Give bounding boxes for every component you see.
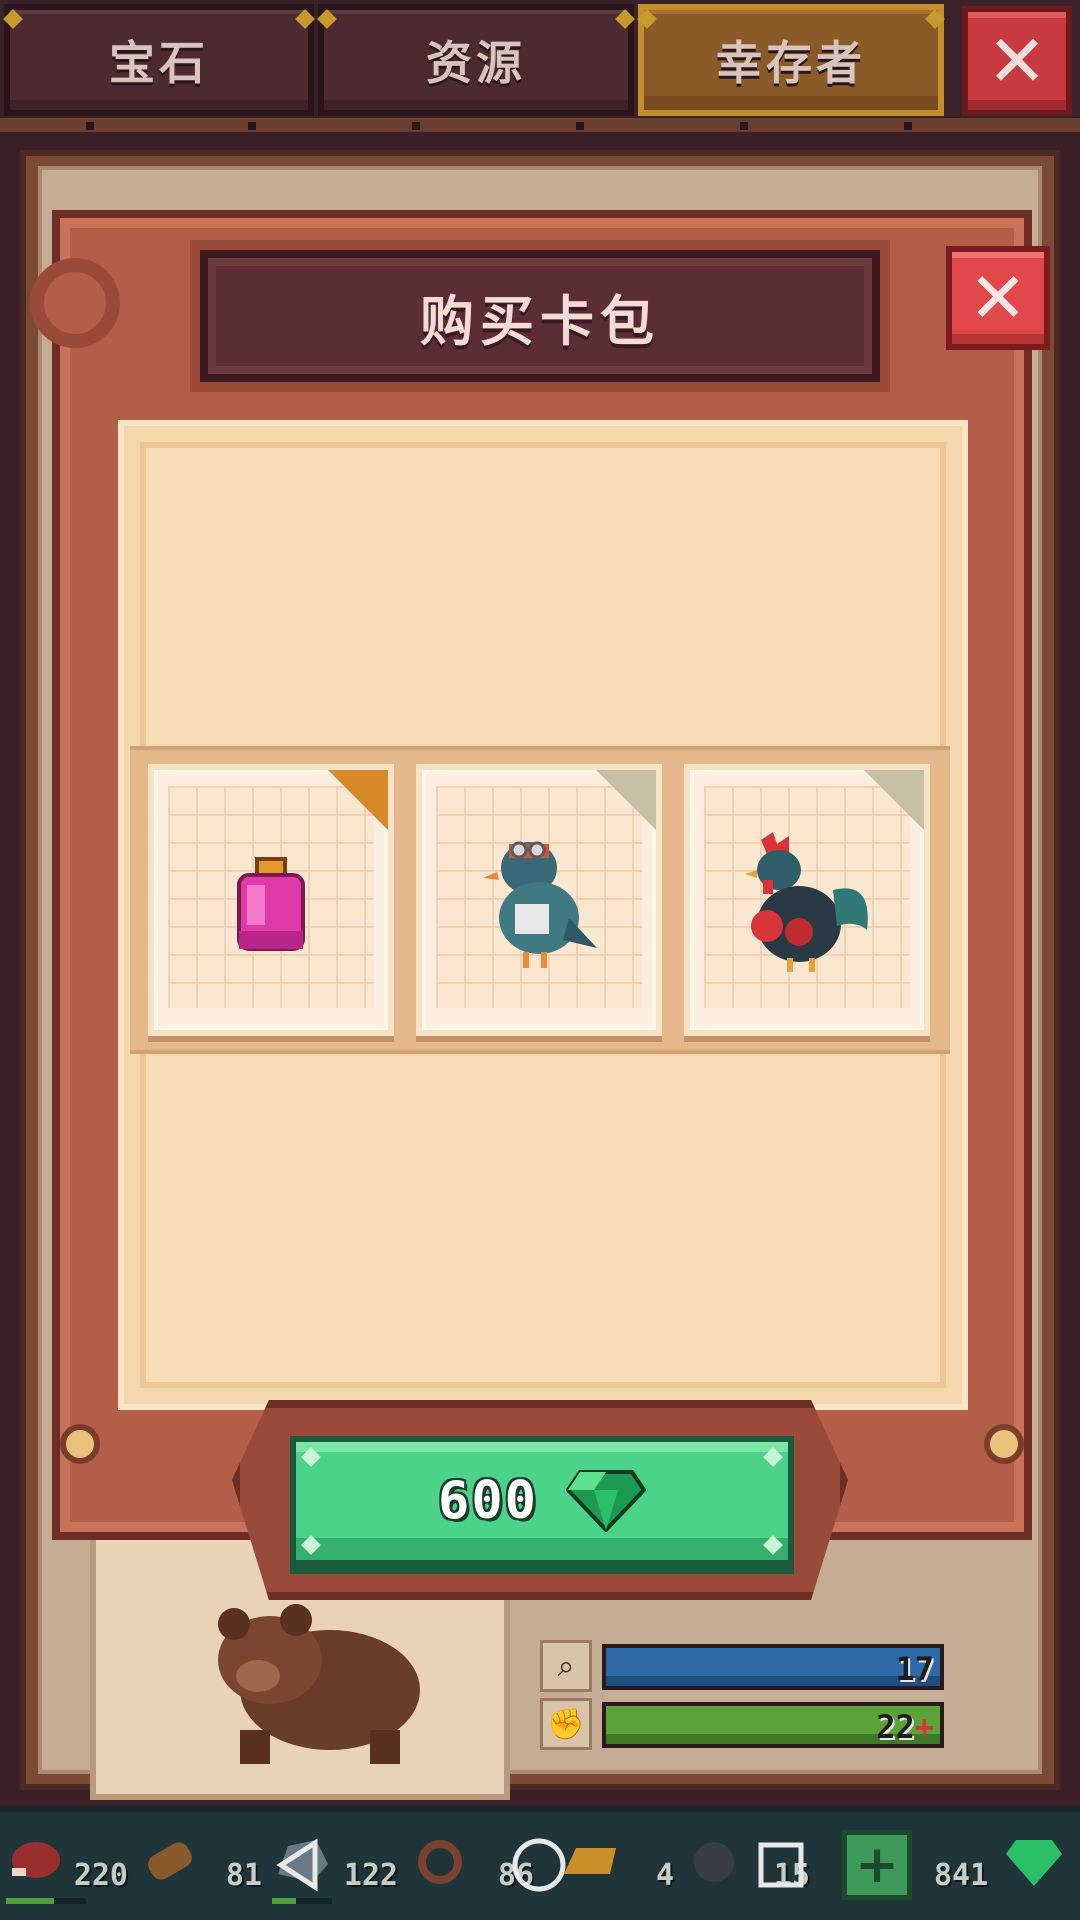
tab-survivors-label: 幸存者: [716, 36, 866, 90]
stat-value-search: 17: [895, 1650, 934, 1688]
stat-bonus: +: [914, 1708, 934, 1746]
pack-card-potion[interactable]: [148, 764, 394, 1036]
button-corner-stud: [763, 1447, 783, 1467]
close-icon: ✕: [968, 257, 1028, 339]
rooster-icon: [745, 832, 868, 973]
gem-icon: [1006, 1840, 1062, 1886]
nav-recents-button[interactable]: [736, 1820, 826, 1910]
button-corner-stud: [301, 1535, 321, 1555]
tab-rail: [0, 118, 1080, 130]
resource-meat-value: 220: [73, 1858, 128, 1893]
nav-back-button[interactable]: [256, 1820, 346, 1910]
resource-wood: 81: [140, 1834, 262, 1904]
tab-survivors[interactable]: 幸存者: [637, 4, 945, 116]
tab-bar: 宝石 资源 幸存者 ✕: [0, 0, 1080, 132]
button-corner-stud: [301, 1447, 321, 1467]
stat-bar-strength: 22+: [602, 1702, 944, 1748]
resource-stone-value: 122: [343, 1858, 398, 1893]
survivor-stats: ⌕ 17 ✊ 22+: [540, 1640, 960, 1780]
tab-gems-label: 宝石: [109, 36, 209, 90]
stat-row-strength: ✊ 22+: [540, 1698, 950, 1750]
resource-gems: 841: [928, 1834, 1074, 1904]
rope-icon: [418, 1840, 462, 1884]
close-icon: ✕: [986, 19, 1048, 103]
tab-resources-label: 资源: [426, 36, 526, 90]
potion-icon: [237, 857, 305, 952]
frame-knob-right: [984, 1424, 1024, 1464]
nav-home-button[interactable]: [494, 1820, 584, 1910]
back-icon: [276, 1838, 318, 1892]
stat-value-strength: 22+: [876, 1708, 934, 1746]
add-gems-button[interactable]: +: [842, 1830, 912, 1900]
wood-icon: [148, 1842, 192, 1880]
buy-price: 600: [438, 1471, 538, 1531]
resource-gems-value: 841: [934, 1858, 989, 1893]
recents-icon: [758, 1842, 804, 1888]
tab-stud: [317, 9, 337, 29]
home-icon: [512, 1838, 566, 1892]
coal-icon: [694, 1842, 734, 1882]
button-corner-stud: [763, 1535, 783, 1555]
tab-stud: [637, 9, 657, 29]
resource-meat-meter: [6, 1898, 86, 1904]
tab-stud: [295, 9, 315, 29]
search-icon: ⌕: [540, 1640, 592, 1692]
bear-survivor-image: [218, 1604, 420, 1764]
tab-resources[interactable]: 资源: [317, 4, 635, 116]
tab-stud: [615, 9, 635, 29]
gem-icon: [565, 1470, 646, 1532]
dialog-close-button[interactable]: ✕: [946, 246, 1050, 350]
resource-meat: 220: [6, 1834, 128, 1904]
plus-icon: +: [855, 1835, 899, 1895]
pigeon-icon: [483, 841, 597, 969]
frame-swirl-ornament: [30, 258, 120, 348]
stat-row-search: ⌕ 17: [540, 1640, 950, 1692]
tab-gems[interactable]: 宝石: [3, 4, 315, 116]
resource-gold-value: 4: [655, 1858, 674, 1893]
frame-knob-left: [60, 1424, 100, 1464]
dialog-title: 购买卡包: [420, 289, 660, 353]
tab-stud: [925, 9, 945, 29]
buy-pack-button[interactable]: 600: [290, 1436, 794, 1566]
top-close-button[interactable]: ✕: [962, 6, 1072, 116]
tab-stud: [3, 9, 23, 29]
pack-card-pigeon[interactable]: [416, 764, 662, 1036]
dialog-title-plate: 购买卡包: [200, 250, 880, 382]
stat-bar-search: 17: [602, 1644, 944, 1690]
strength-icon: ✊: [540, 1698, 592, 1750]
pack-card-rooster[interactable]: [684, 764, 930, 1036]
meat-icon: [12, 1842, 60, 1878]
